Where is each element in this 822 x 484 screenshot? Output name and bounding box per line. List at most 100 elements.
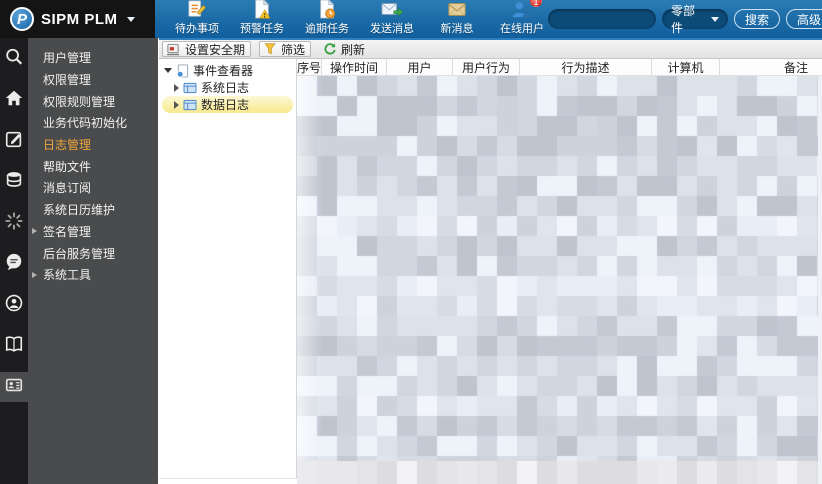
refresh-label: 刷新 [341, 42, 366, 57]
content-body: 事件查看器 系统日志 数据日志 序号 操作时间 用户 用户行为 行为描述 计算机… [159, 59, 822, 484]
edit-icon [4, 129, 24, 154]
loading-icon [4, 211, 24, 236]
expand-arrow-icon [32, 228, 37, 235]
sidebar-item-label: 消息订阅 [43, 181, 92, 196]
sidebar-item-system-tools[interactable]: 系统工具 [28, 264, 158, 286]
tree-node-data-log[interactable]: 数据日志 [162, 96, 293, 113]
search-button[interactable]: 搜索 [734, 9, 781, 29]
sidebar-menu: 用户管理 权限管理 权限规则管理 业务代码初始化 日志管理 帮助文件 消息订阅 … [28, 38, 158, 484]
sidebar-item-user-management[interactable]: 用户管理 [28, 47, 158, 69]
tree-expand-icon[interactable] [174, 83, 179, 92]
column-header-remarks[interactable]: 备注 [720, 59, 822, 75]
table-scrollbar[interactable] [818, 76, 822, 484]
expand-arrow-icon [32, 271, 37, 278]
filter-button[interactable]: 筛选 [259, 41, 312, 57]
online-users-badge: 1 [530, 0, 542, 7]
search-input[interactable] [548, 9, 656, 29]
filter-funnel-icon [264, 42, 277, 55]
column-header-operation-time[interactable]: 操作时间 [322, 59, 387, 75]
admin-console-icon [4, 375, 24, 400]
menu-item-online-users[interactable]: 在线用户 1 [496, 0, 548, 36]
sidebar-item-signature-management[interactable]: 签名管理 [28, 221, 158, 243]
menu-item-label: 发送消息 [370, 23, 414, 35]
menu-item-new-messages[interactable]: 新消息 [431, 0, 483, 36]
column-header-seq[interactable]: 序号 [297, 59, 322, 75]
menu-item-todo[interactable]: 待办事项 [171, 0, 223, 36]
sipm-plm-window: P SIPM PLM 待办事项 预警任务 逾期任务 发送消息 新消息 在线用户 … [0, 0, 822, 484]
log-folder-icon [183, 82, 197, 93]
menu-item-warning-tasks[interactable]: 预警任务 [236, 0, 288, 36]
book-icon [4, 334, 24, 359]
table-header-row: 序号 操作时间 用户 用户行为 行为描述 计算机 备注 [297, 59, 822, 76]
search-category-dropdown[interactable]: 零部件 [662, 4, 728, 35]
menu-item-label: 在线用户 [500, 23, 544, 35]
refresh-icon [324, 43, 336, 55]
column-header-behavior-description[interactable]: 行为描述 [520, 59, 652, 75]
set-security-period-button[interactable]: 设置安全期 [162, 41, 252, 57]
rail-item-library[interactable] [0, 331, 28, 361]
log-table: 序号 操作时间 用户 用户行为 行为描述 计算机 备注 [297, 59, 822, 484]
sidebar-item-message-subscription[interactable]: 消息订阅 [28, 177, 158, 199]
log-folder-icon [183, 99, 197, 110]
sidebar-item-permission-rules[interactable]: 权限规则管理 [28, 90, 158, 112]
tree-node-system-log[interactable]: 系统日志 [159, 79, 296, 96]
top-header-bar: P SIPM PLM 待办事项 预警任务 逾期任务 发送消息 新消息 在线用户 … [0, 0, 822, 38]
sidebar-item-business-code-init[interactable]: 业务代码初始化 [28, 112, 158, 134]
sidebar-item-label: 日志管理 [43, 138, 92, 153]
chevron-down-icon [126, 16, 135, 22]
rail-item-database[interactable] [0, 167, 28, 197]
tree-expand-icon[interactable] [174, 100, 179, 109]
app-logo[interactable]: P SIPM PLM [0, 0, 155, 38]
tree-collapse-icon[interactable] [164, 68, 172, 73]
sidebar-item-log-management[interactable]: 日志管理 [28, 134, 158, 156]
sidebar-item-label: 后台服务管理 [43, 246, 116, 261]
sidebar-item-label: 帮助文件 [43, 159, 92, 174]
send-message-icon [380, 0, 404, 19]
sidebar-item-background-services[interactable]: 后台服务管理 [28, 242, 158, 264]
menu-item-send-message[interactable]: 发送消息 [366, 0, 418, 36]
tree-node-event-viewer[interactable]: 事件查看器 [159, 62, 296, 79]
app-title: SIPM PLM [41, 10, 118, 28]
rail-item-home[interactable] [0, 85, 28, 115]
sidebar-item-help-files[interactable]: 帮助文件 [28, 155, 158, 177]
event-viewer-tree: 事件查看器 系统日志 数据日志 [159, 59, 297, 479]
refresh-button[interactable]: 刷新 [319, 41, 371, 57]
broadcast-icon [4, 293, 24, 318]
sidebar-item-system-calendar[interactable]: 系统日历维护 [28, 199, 158, 221]
menu-item-label: 新消息 [440, 23, 474, 35]
left-icon-rail [0, 38, 28, 484]
rail-item-edit[interactable] [0, 126, 28, 156]
rail-item-admin-console[interactable] [0, 372, 28, 402]
sidebar-item-permission-management[interactable]: 权限管理 [28, 69, 158, 91]
menu-item-label: 预警任务 [240, 23, 284, 35]
database-icon [4, 170, 24, 195]
event-viewer-icon [176, 64, 189, 78]
sidebar-item-label: 用户管理 [43, 51, 92, 66]
sidebar-item-label: 系统日历维护 [43, 203, 116, 218]
rail-item-messages[interactable] [0, 249, 28, 279]
menu-item-overdue-tasks[interactable]: 逾期任务 [301, 0, 353, 36]
advanced-search-button[interactable]: 高级 [786, 9, 822, 29]
sidebar-item-label: 签名管理 [43, 224, 92, 239]
main-content: 设置安全期 筛选 刷新 事件查看器 系统日志 数据日志 序号 操作时间 用户 用… [159, 38, 822, 484]
rail-item-search[interactable] [0, 44, 28, 74]
rail-item-broadcast[interactable] [0, 290, 28, 320]
tree-node-label: 数据日志 [201, 98, 250, 112]
tree-node-label: 系统日志 [201, 81, 250, 95]
column-header-user[interactable]: 用户 [387, 59, 453, 75]
sidebar-item-label: 权限规则管理 [43, 94, 116, 109]
column-header-computer[interactable]: 计算机 [652, 59, 720, 75]
logo-icon: P [10, 7, 34, 31]
table-pager-blurred [297, 461, 822, 484]
column-header-user-behavior[interactable]: 用户行为 [453, 59, 520, 75]
todo-icon [186, 0, 208, 19]
rail-item-processes[interactable] [0, 208, 28, 238]
warning-task-icon [251, 0, 273, 19]
sidebar-item-label: 系统工具 [43, 268, 92, 283]
chat-icon [4, 252, 24, 277]
set-security-period-label: 设置安全期 [185, 42, 246, 57]
search-category-value: 零部件 [671, 4, 696, 35]
search-icon [4, 47, 24, 72]
content-toolbar: 设置安全期 筛选 刷新 [159, 40, 822, 59]
sidebar-item-label: 权限管理 [43, 73, 92, 88]
